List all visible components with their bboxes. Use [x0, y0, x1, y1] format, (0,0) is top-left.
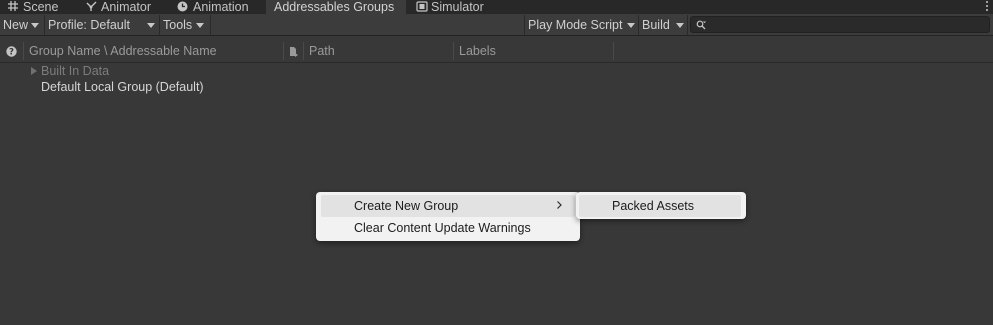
toolbar-separator	[687, 15, 688, 35]
profile-dropdown-button[interactable]: Profile: Default	[45, 15, 159, 35]
tab-scene[interactable]: Scene	[0, 0, 70, 14]
tab-simulator[interactable]: Simulator	[410, 0, 500, 14]
tools-dropdown-button[interactable]: Tools	[160, 15, 210, 35]
tree-item-label: Default Local Group (Default)	[41, 80, 204, 94]
tab-label: Simulator	[431, 0, 484, 14]
svg-text:?: ?	[9, 48, 14, 57]
file-type-icon	[290, 47, 298, 57]
dropdown-caret-icon	[147, 23, 155, 28]
menu-item-clear-content-update-warnings[interactable]: Clear Content Update Warnings	[321, 217, 575, 239]
tab-label: Scene	[23, 0, 59, 14]
play-mode-script-dropdown[interactable]: Play Mode Script	[525, 15, 638, 35]
new-label: New	[3, 18, 29, 32]
clock-icon	[177, 1, 188, 12]
menu-item-create-new-group[interactable]: Create New Group	[321, 195, 575, 217]
build-label: Build	[642, 18, 670, 32]
tab-label: Animator	[101, 0, 152, 14]
tab-animation[interactable]: Animation	[170, 0, 262, 14]
column-separator[interactable]	[303, 42, 304, 60]
menu-item-label: Packed Assets	[612, 199, 694, 213]
tree-row-default-local-group[interactable]: Default Local Group (Default)	[0, 79, 993, 95]
dropdown-caret-icon	[196, 23, 204, 28]
tree-row-built-in-data[interactable]: Built In Data	[0, 63, 993, 79]
new-dropdown-button[interactable]: New	[0, 15, 44, 35]
column-separator[interactable]	[283, 42, 284, 60]
column-header-row: ? Group Name \ Addressable Name Path Lab…	[0, 40, 993, 63]
expand-arrow-icon[interactable]	[31, 67, 37, 75]
build-dropdown-button[interactable]: Build	[639, 15, 687, 35]
chevron-right-icon	[557, 201, 562, 209]
context-menu: Create New Group Clear Content Update Wa…	[316, 192, 580, 241]
tab-label: Addressables Groups	[274, 0, 395, 14]
tree-item-label: Built In Data	[41, 64, 110, 78]
editor-tab-strip: Scene Animator Animation Addressables Gr…	[0, 0, 993, 14]
column-separator[interactable]	[453, 42, 454, 60]
tools-label: Tools	[163, 18, 193, 32]
column-header-labels[interactable]: Labels	[459, 40, 496, 63]
search-field[interactable]	[690, 16, 990, 33]
column-separator[interactable]	[613, 42, 614, 60]
search-input[interactable]	[711, 17, 981, 32]
column-header-path[interactable]: Path	[309, 40, 335, 63]
column-separator	[23, 42, 24, 60]
animator-icon	[86, 1, 97, 11]
addressables-toolbar: New Profile: Default Tools Play Mode Scr…	[0, 14, 993, 36]
profile-label: Profile: Default	[48, 18, 130, 32]
help-icon[interactable]: ?	[6, 46, 17, 57]
column-header-name[interactable]: Group Name \ Addressable Name	[29, 40, 217, 63]
search-icon	[696, 20, 706, 30]
create-group-submenu: Packed Assets	[576, 192, 746, 219]
tab-label: Animation	[193, 0, 249, 14]
tab-addressables-groups[interactable]: Addressables Groups	[266, 0, 406, 14]
dropdown-caret-icon	[676, 23, 684, 28]
submenu-item-packed-assets[interactable]: Packed Assets	[579, 195, 741, 217]
toolbar-separator	[210, 15, 211, 35]
play-mode-label: Play Mode Script	[528, 18, 623, 32]
menu-item-label: Create New Group	[354, 199, 459, 213]
simulator-icon	[416, 1, 428, 12]
dropdown-caret-icon	[627, 23, 635, 28]
grid-icon	[8, 1, 18, 11]
menu-item-label: Clear Content Update Warnings	[354, 221, 531, 235]
tab-animator[interactable]: Animator	[78, 0, 162, 14]
dropdown-caret-icon	[31, 23, 39, 28]
more-options-icon[interactable]	[984, 0, 990, 14]
